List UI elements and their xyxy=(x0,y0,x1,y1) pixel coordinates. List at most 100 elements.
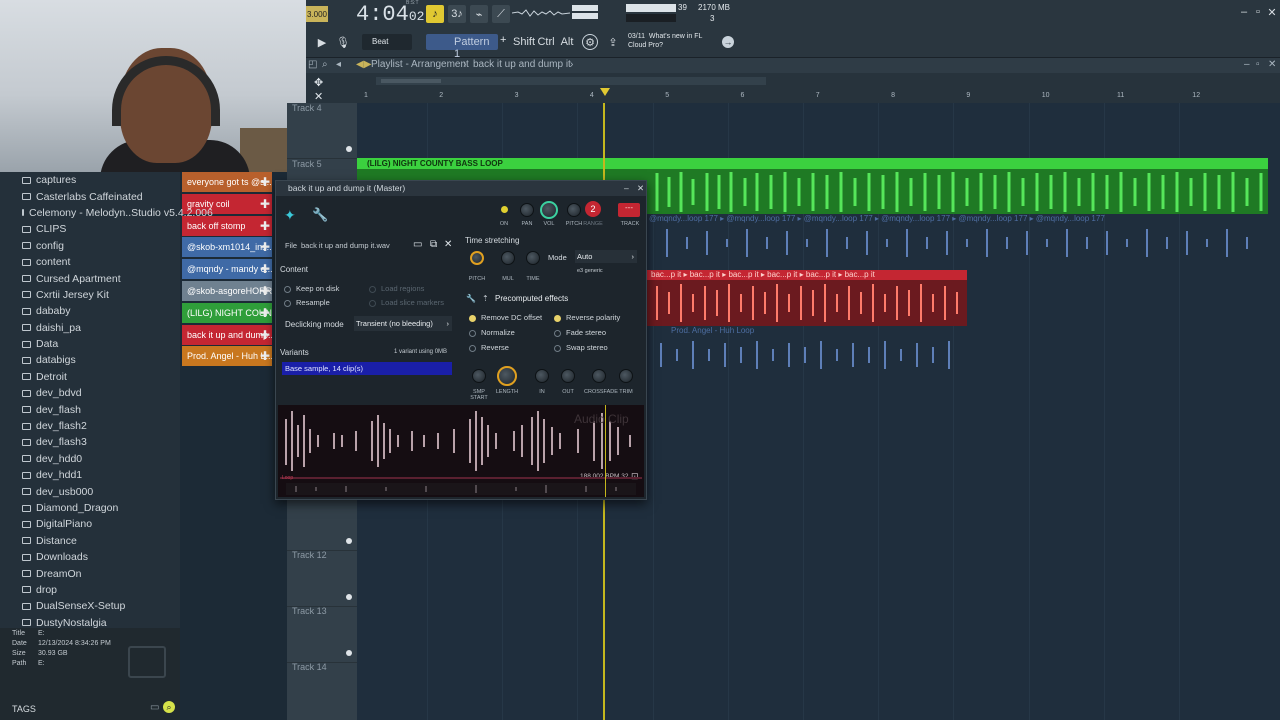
channel-route-icon[interactable]: ✚ xyxy=(260,284,270,298)
channel-item[interactable]: @skob-xm1014_ins... ✚ xyxy=(182,237,272,258)
add-pattern-icon[interactable]: + xyxy=(500,34,510,50)
length-knob[interactable] xyxy=(497,366,517,386)
channel-route-icon[interactable]: ✚ xyxy=(260,328,270,342)
in-knob[interactable] xyxy=(535,369,549,383)
ctrl-key-button[interactable]: Ctrl xyxy=(537,34,555,50)
channel-item[interactable]: everyone got ts @sl... ✚ xyxy=(182,172,272,192)
browser-folder-item[interactable]: DualSenseX-Setup xyxy=(0,598,180,614)
browser-folder-item[interactable]: dababy xyxy=(0,303,180,319)
channel-item[interactable]: back it up and dump... ✚ xyxy=(182,324,272,345)
browser-folder-item[interactable]: Downloads xyxy=(0,549,180,565)
wrench-icon[interactable]: 🔧 xyxy=(312,207,328,223)
track-12-mute[interactable] xyxy=(346,538,352,544)
browser-folder-item[interactable]: DreamOn xyxy=(0,565,180,581)
browser-folder-item[interactable]: content xyxy=(0,254,180,270)
volume-knob[interactable] xyxy=(540,201,558,219)
browser-folder-item[interactable]: Data xyxy=(0,336,180,352)
track-header-14[interactable]: Track 14 xyxy=(287,607,357,672)
keep-on-disk-option[interactable]: Keep on disk xyxy=(284,284,339,293)
track-header-13[interactable]: Track 13 xyxy=(287,551,357,616)
reverse-polarity-radio[interactable] xyxy=(554,314,561,322)
tags-search-icon[interactable]: ⌕ xyxy=(163,701,175,713)
browser-folder-item[interactable]: dev_flash3 xyxy=(0,434,180,450)
channel-item[interactable]: @mqndy - mandy c... ✚ xyxy=(182,259,272,280)
load-regions-option[interactable]: Load regions xyxy=(369,284,424,293)
dialog-close-icon[interactable]: ✕ xyxy=(637,181,644,196)
plugin-picker-icon[interactable]: ⚙ xyxy=(582,34,598,50)
channel-route-icon[interactable]: ✚ xyxy=(260,306,270,320)
browser-folder-item[interactable]: DigitalPiano xyxy=(0,516,180,532)
remove-file-icon[interactable]: ✕ xyxy=(444,239,452,250)
track-selector[interactable]: --- xyxy=(618,203,640,217)
resample-radio[interactable] xyxy=(284,299,291,307)
on-indicator[interactable] xyxy=(501,206,508,213)
track-14-mute[interactable] xyxy=(346,650,352,656)
master-volume-bar[interactable] xyxy=(572,5,598,11)
browser-folder-item[interactable]: Distance xyxy=(0,533,180,549)
channel-item[interactable]: (LILG) NIGHT COUNTY...✚ xyxy=(182,302,272,323)
panel-minimize-icon[interactable]: – xyxy=(1244,59,1250,70)
metronome-button[interactable]: ♪ xyxy=(426,5,444,23)
dialog-titlebar[interactable]: back it up and dump it (Master) – ✕ xyxy=(276,181,646,196)
pan-knob[interactable] xyxy=(520,203,534,217)
browser-folder-item[interactable]: Cxrtii Jersey Kit xyxy=(0,287,180,303)
ts-time-knob[interactable] xyxy=(526,251,540,265)
browser-folder-item[interactable]: dev_flash2 xyxy=(0,418,180,434)
browser-folder-item[interactable]: config xyxy=(0,238,180,254)
keep-on-disk-radio[interactable] xyxy=(284,285,291,293)
master-pitch-bar[interactable] xyxy=(572,13,598,19)
browser-folder-item[interactable]: captures xyxy=(0,172,180,188)
open-file-icon[interactable]: ▭ xyxy=(413,239,422,250)
news-forward-icon[interactable]: → xyxy=(722,36,734,48)
smp-start-knob[interactable] xyxy=(472,369,486,383)
browser-folder-item[interactable]: dev_hdd1 xyxy=(0,467,180,483)
dialog-minimize-icon[interactable]: – xyxy=(624,181,629,196)
clip-angel-loop[interactable]: Prod. Angel - Huh Loop xyxy=(647,326,967,382)
browser-folder-item[interactable]: dev_hdd0 xyxy=(0,451,180,467)
wait-button[interactable]: ⌁ xyxy=(470,5,488,23)
fade-stereo-option[interactable]: Fade stereo xyxy=(554,328,606,337)
swap-stereo-option[interactable]: Swap stereo xyxy=(554,343,608,352)
channel-route-icon[interactable]: ✚ xyxy=(260,262,270,276)
tempo-display[interactable]: 3.000 xyxy=(306,6,328,22)
load-slice-markers-radio[interactable] xyxy=(369,299,376,307)
range-value[interactable]: 2 xyxy=(585,201,601,217)
load-slice-markers-option[interactable]: Load slice markers xyxy=(369,298,444,307)
browser-folder-item[interactable]: Diamond_Dragon xyxy=(0,500,180,516)
out-knob[interactable] xyxy=(561,369,575,383)
overview-waveform[interactable] xyxy=(286,483,636,495)
normalize-option[interactable]: Normalize xyxy=(469,328,515,337)
swap-stereo-radio[interactable] xyxy=(554,344,561,352)
browser-folder-item[interactable]: databigs xyxy=(0,352,180,368)
browser-folder-item[interactable]: CLIPS xyxy=(0,221,180,237)
tags-label[interactable]: TAGS xyxy=(12,704,36,714)
shift-key-button[interactable]: Shift xyxy=(513,34,535,50)
share-icon[interactable]: ⇪ xyxy=(604,34,622,50)
track-header-12[interactable]: Track 12 xyxy=(287,495,357,560)
browser-folder-item[interactable]: Celemony - Melodyn..Studio v5.4.2.006 xyxy=(0,205,213,221)
declicking-select[interactable]: Transient (no bleeding) › xyxy=(354,316,452,331)
resample-option[interactable]: Resample xyxy=(284,298,330,307)
channel-route-icon[interactable]: ✚ xyxy=(260,197,270,211)
timeline-ruler[interactable]: ✥ ✕ 1 2 3 4 5 6 7 8 9 10 11 12 xyxy=(306,73,1280,103)
browser-folder-item[interactable]: Casterlabs Caffeinated xyxy=(0,188,180,204)
crossfade-knob[interactable] xyxy=(592,369,606,383)
zoom-icon[interactable]: ⌕ xyxy=(322,59,328,70)
track-13-mute[interactable] xyxy=(346,594,352,600)
channel-route-icon[interactable]: ✚ xyxy=(260,175,270,189)
ts-pitch-knob[interactable] xyxy=(470,251,484,265)
reverse-radio[interactable] xyxy=(469,344,476,352)
tool-close-icon[interactable]: ✕ xyxy=(314,90,323,103)
minimize-icon[interactable]: – xyxy=(1238,6,1250,18)
browser-folder-item[interactable]: drop xyxy=(0,582,180,598)
loop-region-bar[interactable] xyxy=(280,477,642,479)
panel-close-icon[interactable]: ✕ xyxy=(1268,59,1276,70)
remove-dc-radio[interactable] xyxy=(469,314,476,322)
speaker-icon[interactable]: ◂ xyxy=(336,59,341,70)
browser-folder-item[interactable]: Cursed Apartment xyxy=(0,270,180,286)
trim-knob[interactable] xyxy=(619,369,633,383)
record-mode-button[interactable]: ⟋ xyxy=(492,5,510,23)
clip-back-it-up[interactable]: bac...p it ▸ bac...p it ▸ bac...p it ▸ b… xyxy=(647,270,967,326)
reverse-option[interactable]: Reverse xyxy=(469,343,509,352)
remove-dc-option[interactable]: Remove DC offset xyxy=(469,313,542,322)
